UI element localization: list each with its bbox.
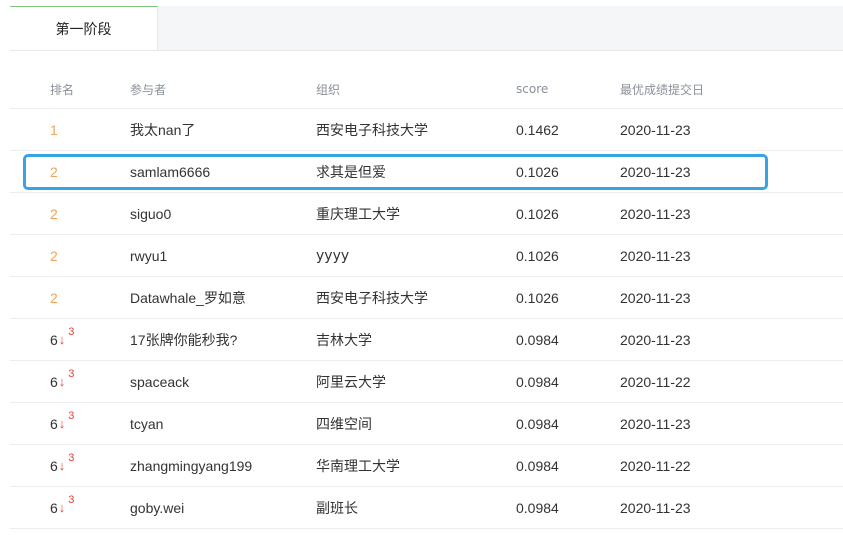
- rank-change: 3: [68, 493, 75, 506]
- date-cell: 2020-11-22: [620, 457, 691, 474]
- score-cell: 0.0984: [516, 457, 559, 474]
- rank-cell: 1: [50, 109, 58, 150]
- score-cell: 0.1026: [516, 205, 559, 222]
- organization-cell: 西安电子科技大学: [316, 290, 428, 307]
- date-cell: 2020-11-22: [620, 373, 691, 390]
- rank-value: 6: [50, 331, 58, 348]
- rank-value: 6: [50, 415, 58, 432]
- rank-value: 2: [50, 205, 58, 222]
- table-row[interactable]: 6 ↓ 3 zhangmingyang199 华南理工大学 0.0984 2020-11-2…: [10, 445, 843, 487]
- rank-cell: 6 ↓ 3: [50, 403, 74, 444]
- score-cell: 0.1026: [516, 163, 559, 180]
- rank-value: 2: [50, 289, 58, 306]
- rank-cell: 2: [50, 277, 58, 318]
- rank-cell: 6 ↓ 3: [50, 361, 74, 402]
- rank-value: 2: [50, 163, 58, 180]
- header-date: 最优成绩提交日: [620, 82, 705, 97]
- organization-cell: 求其是但爱: [316, 164, 386, 181]
- organization-cell: 吉林大学: [316, 332, 372, 349]
- participant-cell: rwyu1: [130, 247, 168, 264]
- participant-cell: 17张牌你能秒我?: [130, 331, 238, 348]
- tab-stage-1[interactable]: 第一阶段: [10, 6, 158, 50]
- participant-cell: samlam6666: [130, 163, 211, 180]
- rank-cell: 2: [50, 235, 58, 276]
- table-row[interactable]: 6 ↓ 3 17张牌你能秒我? 吉林大学 0.0984 2020-11-23: [10, 319, 843, 361]
- rank-cell: 6 ↓ 3: [50, 445, 74, 486]
- arrow-down-icon: ↓: [58, 332, 66, 347]
- participant-cell: goby.wei: [130, 499, 185, 516]
- rank-value: 6: [50, 373, 58, 390]
- leaderboard-table: 排名 参与者 组织 score 最优成绩提交日 1 我太nan了 西安电子科技大学 0…: [10, 70, 843, 529]
- rank-change: 3: [68, 451, 75, 464]
- rank-value: 2: [50, 247, 58, 264]
- score-cell: 0.1462: [516, 121, 559, 138]
- organization-cell: 重庆理工大学: [316, 206, 400, 223]
- organization-cell: 华南理工大学: [316, 458, 400, 475]
- rank-value: 6: [50, 457, 58, 474]
- date-cell: 2020-11-23: [620, 331, 691, 348]
- header-rank: 排名: [50, 82, 75, 97]
- rank-change: 3: [68, 367, 75, 380]
- score-cell: 0.0984: [516, 331, 559, 348]
- participant-cell: Datawhale_罗如意: [130, 289, 246, 306]
- rank-change: 3: [68, 409, 75, 422]
- table-header: 排名 参与者 组织 score 最优成绩提交日: [10, 70, 843, 109]
- table-row[interactable]: 6 ↓ 3 tcyan 四维空间 0.0984 2020-11-23: [10, 403, 843, 445]
- table-row[interactable]: 1 我太nan了 西安电子科技大学 0.1462 2020-11-23: [10, 109, 843, 151]
- stage-tabs: 第一阶段: [10, 6, 843, 51]
- table-body: 1 我太nan了 西安电子科技大学 0.1462 2020-11-23 2 samlam66…: [10, 109, 843, 529]
- arrow-down-icon: ↓: [58, 458, 66, 473]
- table-row[interactable]: 2 rwyu1 yyyy 0.1026 2020-11-23: [10, 235, 843, 277]
- date-cell: 2020-11-23: [620, 415, 691, 432]
- score-cell: 0.1026: [516, 289, 559, 306]
- table-row[interactable]: 2 Datawhale_罗如意 西安电子科技大学 0.1026 2020-11-23: [10, 277, 843, 319]
- arrow-down-icon: ↓: [58, 500, 66, 515]
- date-cell: 2020-11-23: [620, 205, 691, 222]
- participant-cell: siguo0: [130, 205, 172, 222]
- score-cell: 0.1026: [516, 247, 559, 264]
- header-participant: 参与者: [130, 82, 167, 97]
- participant-cell: spaceack: [130, 373, 190, 390]
- organization-cell: 西安电子科技大学: [316, 122, 428, 139]
- organization-cell: 阿里云大学: [316, 374, 386, 391]
- rank-cell: 2: [50, 151, 58, 192]
- rank-value: 1: [50, 121, 58, 138]
- date-cell: 2020-11-23: [620, 163, 691, 180]
- table-row[interactable]: 2 samlam6666 求其是但爱 0.1026 2020-11-23: [10, 151, 843, 193]
- header-score: score: [516, 82, 549, 96]
- participant-cell: zhangmingyang199: [130, 457, 253, 474]
- table-row[interactable]: 2 siguo0 重庆理工大学 0.1026 2020-11-23: [10, 193, 843, 235]
- rank-value: 6: [50, 499, 58, 516]
- date-cell: 2020-11-23: [620, 289, 691, 306]
- organization-cell: 四维空间: [316, 416, 372, 433]
- arrow-down-icon: ↓: [58, 416, 66, 431]
- header-organization: 组织: [316, 82, 341, 97]
- rank-cell: 2: [50, 193, 58, 234]
- date-cell: 2020-11-23: [620, 247, 691, 264]
- participant-cell: 我太nan了: [130, 121, 196, 138]
- table-row[interactable]: 6 ↓ 3 goby.wei 副班长 0.0984 2020-11-23: [10, 487, 843, 529]
- score-cell: 0.0984: [516, 415, 559, 432]
- organization-cell: yyyy: [316, 247, 350, 264]
- organization-cell: 副班长: [316, 500, 358, 517]
- rank-change: 3: [68, 325, 75, 338]
- score-cell: 0.0984: [516, 499, 559, 516]
- rank-cell: 6 ↓ 3: [50, 487, 74, 528]
- date-cell: 2020-11-23: [620, 499, 691, 516]
- rank-cell: 6 ↓ 3: [50, 319, 74, 360]
- table-row[interactable]: 6 ↓ 3 spaceack 阿里云大学 0.0984 2020-11-22: [10, 361, 843, 403]
- arrow-down-icon: ↓: [58, 374, 66, 389]
- score-cell: 0.0984: [516, 373, 559, 390]
- participant-cell: tcyan: [130, 415, 164, 432]
- date-cell: 2020-11-23: [620, 121, 691, 138]
